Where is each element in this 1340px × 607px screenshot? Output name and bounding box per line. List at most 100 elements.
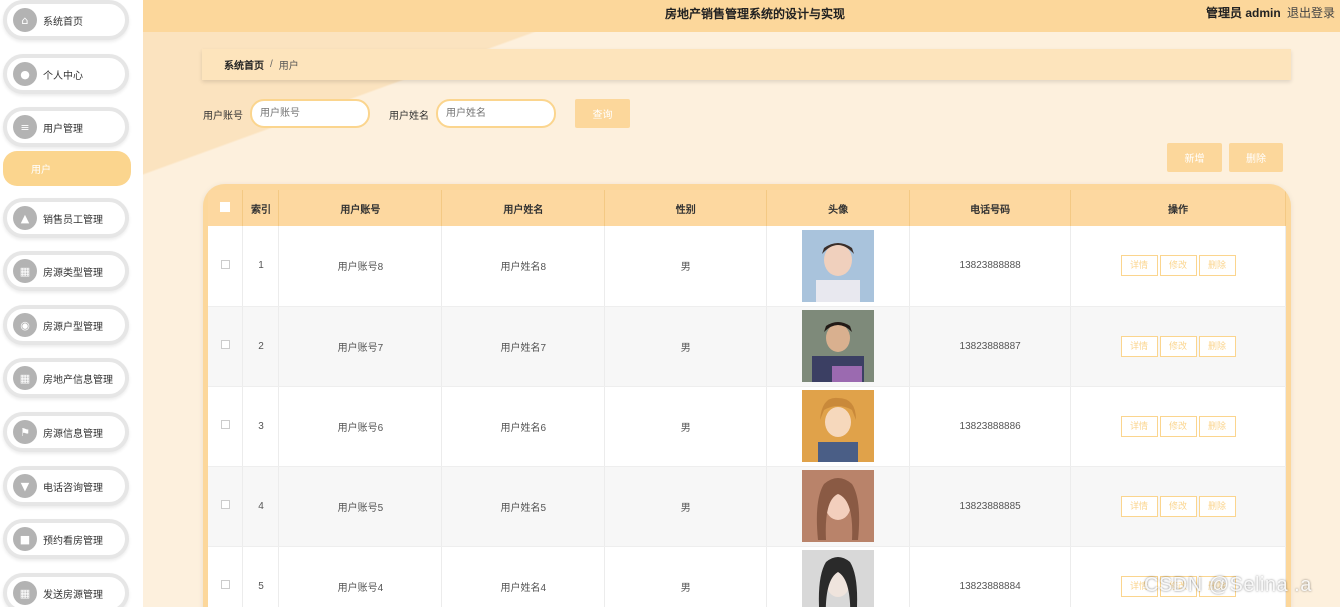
sidebar-subitem-user[interactable]: 用户 — [3, 151, 131, 186]
select-all-checkbox[interactable] — [220, 201, 231, 212]
cell-index: 3 — [242, 386, 280, 467]
sidebar-item-floor-plan[interactable]: ◉ 房源户型管理 — [3, 305, 129, 345]
sidebar-item-label: 发送房源管理 — [43, 589, 103, 601]
flag-icon: ⚑ — [13, 420, 37, 444]
cell-gender: 男 — [604, 386, 768, 467]
logout-link[interactable]: 退出登录 — [1287, 4, 1335, 21]
breadcrumb-current: 用户 — [278, 61, 299, 72]
cell-name: 用户姓名4 — [441, 546, 606, 607]
cell-account: 用户账号5 — [278, 466, 443, 547]
cell-gender: 男 — [604, 546, 768, 607]
breadcrumb-separator: / — [270, 59, 273, 70]
column-header-name: 用户姓名 — [441, 190, 606, 226]
row-checkbox[interactable] — [220, 580, 230, 589]
cell-account: 用户账号7 — [278, 306, 443, 387]
row-select-cell — [208, 466, 244, 547]
detail-button[interactable]: 详情 — [1120, 495, 1158, 517]
cell-avatar — [766, 386, 911, 467]
edit-button[interactable]: 修改 — [1159, 495, 1197, 517]
add-button[interactable]: 新增 — [1167, 143, 1222, 172]
edit-button[interactable]: 修改 — [1159, 415, 1197, 437]
account-label: 用户账号 — [203, 111, 243, 122]
cell-phone: 13823888886 — [909, 386, 1072, 467]
sidebar: ⌂ 系统首页 ● 个人中心 ≡ 用户管理 用户 ▲ 销售员工管理 ▦ 房源类型管… — [0, 0, 143, 607]
cell-phone: 13823888887 — [909, 306, 1072, 387]
table-header-row: 索引 用户账号 用户姓名 性别 头像 电话号码 操作 — [208, 190, 1286, 226]
edit-button[interactable]: 修改 — [1159, 255, 1197, 277]
delete-button[interactable]: 删除 — [1198, 335, 1236, 357]
cell-index: 4 — [242, 466, 280, 547]
sidebar-item-listing-info[interactable]: ⚑ 房源信息管理 — [3, 412, 129, 452]
user-table: 索引 用户账号 用户姓名 性别 头像 电话号码 操作 1 用户账号8 用户姓名8… — [208, 190, 1286, 607]
sidebar-item-label: 房源户型管理 — [43, 321, 103, 333]
cell-gender: 男 — [604, 306, 768, 387]
avatar-image — [802, 229, 875, 302]
sidebar-item-send-listing[interactable]: ▦ 发送房源管理 — [3, 573, 129, 607]
comment-icon: ▼ — [13, 474, 37, 498]
detail-button[interactable]: 详情 — [1120, 335, 1158, 357]
sidebar-item-label: 用户管理 — [43, 123, 83, 135]
query-button[interactable]: 查询 — [575, 99, 630, 128]
avatar-image — [802, 310, 875, 382]
sidebar-item-viewing[interactable]: ■ 预约看房管理 — [3, 519, 129, 559]
table-row: 2 用户账号7 用户姓名7 男 13823888887 详情 修改 删除 — [208, 306, 1286, 387]
sidebar-item-sales-staff[interactable]: ▲ 销售员工管理 — [3, 198, 129, 238]
sidebar-item-house-type[interactable]: ▦ 房源类型管理 — [3, 251, 129, 291]
sidebar-item-home[interactable]: ⌂ 系统首页 — [3, 0, 129, 40]
sidebar-item-users[interactable]: ≡ 用户管理 — [3, 107, 129, 147]
cell-actions: 详情 修改 删除 — [1070, 386, 1286, 467]
sidebar-item-label: 房源信息管理 — [43, 428, 103, 440]
sidebar-item-realestate-info[interactable]: ▦ 房地产信息管理 — [3, 358, 129, 398]
cell-gender: 男 — [604, 226, 768, 307]
row-checkbox[interactable] — [220, 259, 230, 269]
sidebar-item-label: 电话咨询管理 — [43, 482, 103, 494]
sidebar-item-profile[interactable]: ● 个人中心 — [3, 54, 129, 94]
detail-button[interactable]: 详情 — [1120, 415, 1158, 437]
cell-index: 5 — [242, 546, 280, 607]
edit-button[interactable]: 修改 — [1159, 335, 1197, 357]
cell-name: 用户姓名8 — [441, 226, 606, 307]
sidebar-item-label: 预约看房管理 — [43, 535, 103, 547]
cell-phone: 13823888884 — [909, 546, 1072, 607]
column-header-actions: 操作 — [1070, 190, 1286, 226]
row-checkbox[interactable] — [220, 500, 230, 509]
grid-icon: ▦ — [13, 259, 37, 283]
admin-label: 管理员 admin — [1206, 6, 1281, 20]
row-select-cell — [208, 306, 244, 387]
delete-button[interactable]: 删除 — [1198, 255, 1236, 277]
breadcrumb: 系统首页 / 用户 — [202, 49, 1291, 80]
account-search-input[interactable] — [250, 99, 370, 128]
cell-name: 用户姓名7 — [441, 306, 606, 387]
grid-icon: ▦ — [13, 366, 37, 390]
table-row: 1 用户账号8 用户姓名8 男 13823888888 详情 修改 删除 — [208, 226, 1286, 307]
cell-avatar — [766, 546, 911, 607]
pin-icon: ◉ — [13, 313, 37, 337]
cell-name: 用户姓名5 — [441, 466, 606, 547]
avatar-image — [802, 470, 875, 542]
bulk-delete-button[interactable]: 删除 — [1229, 143, 1283, 172]
name-label: 用户姓名 — [389, 111, 429, 122]
column-header-avatar: 头像 — [766, 190, 911, 226]
cell-phone: 13823888885 — [909, 466, 1072, 547]
row-select-cell — [208, 546, 244, 607]
breadcrumb-home[interactable]: 系统首页 — [224, 57, 264, 72]
delete-button[interactable]: 删除 — [1198, 495, 1236, 517]
row-select-cell — [208, 226, 244, 307]
thumb-icon: ▲ — [13, 206, 37, 230]
table-row: 5 用户账号4 用户姓名4 男 13823888884 详情 修改 删除 — [208, 546, 1286, 607]
detail-button[interactable]: 详情 — [1120, 255, 1158, 277]
sidebar-item-label: 系统首页 — [43, 16, 83, 28]
sidebar-item-label: 个人中心 — [43, 70, 83, 82]
column-header-phone: 电话号码 — [909, 190, 1072, 226]
cell-account: 用户账号6 — [278, 386, 443, 467]
sidebar-item-phone-consult[interactable]: ▼ 电话咨询管理 — [3, 466, 129, 506]
row-checkbox[interactable] — [220, 420, 230, 429]
name-search-input[interactable] — [436, 99, 556, 128]
row-checkbox[interactable] — [220, 340, 230, 349]
list-icon: ≡ — [13, 115, 37, 139]
select-all-header — [208, 190, 244, 226]
delete-button[interactable]: 删除 — [1198, 415, 1236, 437]
sidebar-item-label: 房源类型管理 — [43, 267, 103, 279]
column-header-gender: 性别 — [604, 190, 768, 226]
grid-icon: ▦ — [13, 581, 37, 605]
